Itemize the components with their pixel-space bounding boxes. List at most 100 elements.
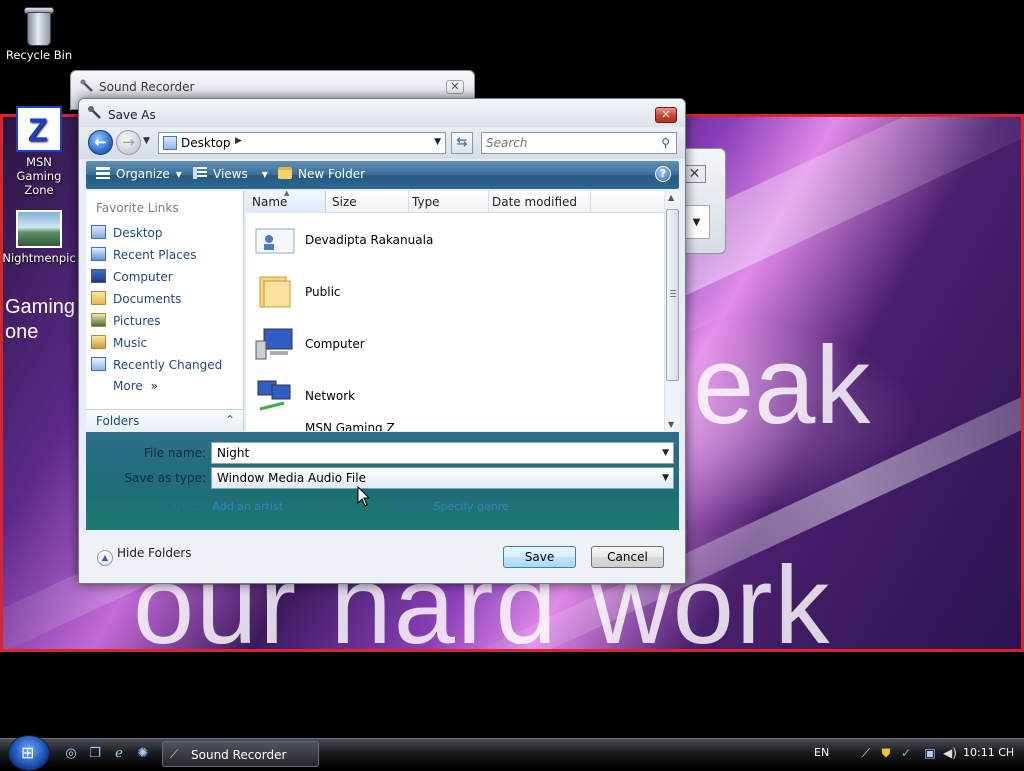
address-location[interactable]: Desktop [181, 136, 231, 150]
file-list-item[interactable]: Public [246, 267, 664, 319]
network-icon [257, 380, 291, 411]
scroll-down-icon[interactable]: ▼ [668, 420, 674, 429]
checkmark-icon[interactable]: ✓ [898, 745, 914, 761]
background-text-top: eak [693, 324, 871, 447]
favorite-link-recently-changed[interactable]: Recently Changed [91, 357, 222, 372]
favorite-link-documents[interactable]: Documents [91, 291, 181, 306]
desktop: eak our hard work Gaming one Recycle Bin… [0, 0, 1024, 738]
dialog-titlebar[interactable]: Save As ✕ [79, 99, 685, 127]
new-folder-icon [278, 167, 292, 179]
file-name-value[interactable]: Night [217, 446, 249, 460]
artists-value[interactable]: Add an artist [212, 500, 283, 513]
favorite-link-label: Recently Changed [113, 358, 223, 372]
internet-icon[interactable]: ◎ [62, 745, 80, 763]
chevron-down-icon[interactable]: ▼ [662, 448, 669, 458]
favorite-link-label: Documents [113, 292, 182, 306]
desktop-icon-nightmenpic[interactable]: Nightmenpic [0, 210, 78, 265]
file-name: Network [305, 389, 356, 403]
scroll-thumb[interactable] [666, 209, 679, 381]
favorite-link-label: More [113, 379, 143, 393]
desktop-icon [163, 136, 177, 150]
views-button[interactable]: Views ▼ [193, 167, 268, 181]
microphone-icon [88, 106, 101, 119]
folders-toggle[interactable]: Folders ⌃ [86, 409, 243, 431]
documents-icon [91, 291, 106, 305]
chevron-right-icon[interactable]: ▶ [235, 136, 242, 146]
scroll-up-icon[interactable]: ▲ [668, 193, 674, 202]
save-button[interactable]: Save [503, 546, 576, 568]
favorite-link-label: Recent Places [113, 248, 197, 262]
close-button[interactable]: ✕ [446, 80, 464, 94]
background-side-text: Gaming one [5, 296, 76, 343]
chevron-up-icon: ⌃ [224, 413, 235, 427]
network-icon[interactable]: ▣ [922, 745, 938, 761]
refresh-button[interactable]: ⇆ [451, 132, 473, 154]
search-icon[interactable]: ⚲ [661, 136, 670, 150]
favorite-link-desktop[interactable]: Desktop [91, 225, 163, 240]
file-name: Devadipta Rakanuala [305, 233, 434, 247]
desktop-icon-recycle-bin[interactable]: Recycle Bin [0, 4, 78, 62]
favorite-link-label: Music [113, 336, 148, 350]
favorite-link-recent-places[interactable]: Recent Places [91, 247, 196, 262]
cancel-button[interactable]: Cancel [591, 546, 664, 568]
taskbar: ⊞ ◎ ❐ ℯ ✺ ⟋ Sound Recorder EN ⟋ ⛊ ✓ ▣ ◀)… [0, 735, 1024, 771]
file-name-field[interactable]: Night ▼ [211, 442, 674, 464]
save-as-type-select[interactable]: Window Media Audio File ▼ [211, 467, 674, 489]
file-list-item[interactable]: Network [246, 371, 664, 423]
chevron-down-icon[interactable]: ▼ [434, 137, 441, 147]
vertical-scrollbar[interactable]: ▲ ▼ [664, 191, 680, 431]
file-name-label: File name: [144, 446, 206, 460]
hide-folders-label: Hide Folders [117, 546, 192, 560]
search-input[interactable] [486, 135, 646, 151]
file-name: Computer [305, 337, 365, 351]
internet-explorer-icon[interactable]: ℯ [110, 745, 128, 763]
volume-icon[interactable]: ◀) [942, 745, 958, 761]
media-player-icon[interactable]: ✺ [134, 745, 152, 763]
genre-label: Genre: [393, 500, 431, 513]
organize-icon [96, 167, 110, 179]
column-name-label[interactable]: Name [252, 195, 287, 209]
taskbar-button-sound-recorder[interactable]: ⟋ Sound Recorder [162, 741, 319, 767]
address-bar[interactable]: Desktop ▶ ▼ [158, 132, 446, 154]
dropdown-arrow-icon[interactable]: ▼ [684, 205, 710, 239]
command-toolbar: Organize ▼ Views ▼ New Folder ? [86, 161, 679, 189]
file-list-item[interactable]: MSN Gaming Z [246, 421, 664, 431]
mouse-cursor-icon [357, 486, 371, 507]
desktop-icon-msn-gaming-zone[interactable]: Z MSN Gaming Zone [0, 106, 78, 197]
favorite-link-label: Computer [113, 270, 173, 284]
history-dropdown-icon[interactable]: ▼ [143, 136, 150, 146]
file-list-item[interactable]: Devadipta Rakanuala [246, 215, 664, 267]
chevron-down-icon: ▼ [261, 170, 268, 179]
clock[interactable]: 10:11 CH [963, 746, 1014, 759]
taskbar-button-label: Sound Recorder [191, 748, 287, 762]
start-button[interactable]: ⊞ [8, 735, 50, 771]
save-details-panel: File name: Night ▼ Save as type: Window … [86, 432, 679, 530]
chevron-down-icon[interactable]: ▼ [662, 473, 669, 483]
organize-button[interactable]: Organize ▼ [96, 167, 182, 181]
favorite-link-computer[interactable]: Computer [91, 269, 173, 284]
favorite-link-pictures[interactable]: Pictures [91, 313, 161, 328]
recently-changed-icon [91, 357, 106, 371]
column-type-label[interactable]: Type [412, 195, 440, 209]
close-button[interactable]: ✕ [655, 107, 677, 123]
forward-button[interactable]: → [116, 130, 141, 155]
microphone-icon[interactable]: ⟋ [858, 745, 874, 761]
favorite-link-label: Desktop [113, 226, 163, 240]
search-box[interactable]: ⚲ [481, 132, 677, 154]
favorite-link-more[interactable]: More » [113, 379, 158, 393]
help-icon[interactable]: ? [655, 166, 671, 182]
hide-folders-button[interactable]: ▲ Hide Folders [97, 546, 192, 566]
switch-windows-icon[interactable]: ❐ [86, 745, 104, 763]
genre-field[interactable]: Genre: Specify genre [393, 500, 509, 513]
column-size-label[interactable]: Size [332, 195, 357, 209]
security-shield-icon[interactable]: ⛊ [878, 745, 894, 761]
new-folder-button[interactable]: New Folder [278, 167, 365, 181]
artists-field[interactable]: Artists: Add an artist [170, 500, 283, 513]
language-indicator[interactable]: EN [814, 746, 829, 759]
favorite-link-music[interactable]: Music [91, 335, 147, 350]
genre-value[interactable]: Specify genre [434, 500, 509, 513]
column-date-label[interactable]: Date modified [492, 195, 577, 209]
back-button[interactable]: ← [88, 130, 113, 155]
close-icon[interactable]: ✕ [684, 165, 706, 183]
file-list-item[interactable]: Computer [246, 319, 664, 371]
